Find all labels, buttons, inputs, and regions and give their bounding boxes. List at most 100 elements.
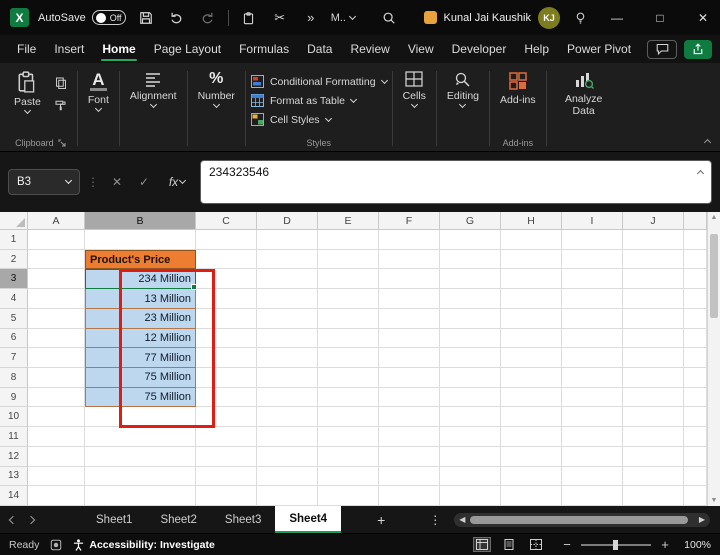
- maximize-button[interactable]: □: [643, 0, 677, 35]
- name-box[interactable]: B3: [8, 169, 80, 195]
- cell-partial5[interactable]: [684, 309, 707, 329]
- cell-I9[interactable]: [562, 388, 623, 408]
- cell-D11[interactable]: [257, 427, 318, 447]
- cell-I1[interactable]: [562, 230, 623, 250]
- cell-F12[interactable]: [379, 447, 440, 467]
- scroll-left-icon[interactable]: ◀: [459, 515, 465, 524]
- share-button[interactable]: [684, 40, 712, 59]
- cell-I10[interactable]: [562, 407, 623, 427]
- cell-I2[interactable]: [562, 250, 623, 270]
- zoom-out-button[interactable]: −: [561, 538, 573, 551]
- collapse-ribbon-icon[interactable]: [704, 139, 711, 146]
- scroll-down-icon[interactable]: ▼: [708, 497, 720, 504]
- row-header-13[interactable]: 13: [0, 467, 28, 487]
- cell-partial12[interactable]: [684, 447, 707, 467]
- cell-F13[interactable]: [379, 467, 440, 487]
- vertical-scrollbar[interactable]: ▲ ▼: [707, 212, 720, 506]
- cell-F8[interactable]: [379, 368, 440, 388]
- cell-B11[interactable]: [85, 427, 196, 447]
- cell-D10[interactable]: [257, 407, 318, 427]
- cell-E6[interactable]: [318, 329, 379, 349]
- cell-partial11[interactable]: [684, 427, 707, 447]
- conditional-formatting-button[interactable]: Conditional Formatting: [251, 75, 387, 88]
- cell-H7[interactable]: [501, 348, 562, 368]
- row-header-5[interactable]: 5: [0, 309, 28, 329]
- cell-G8[interactable]: [440, 368, 501, 388]
- column-header-B[interactable]: B: [85, 212, 196, 230]
- page-layout-view-button[interactable]: [500, 537, 518, 552]
- cell-G9[interactable]: [440, 388, 501, 408]
- zoom-level[interactable]: 100%: [681, 539, 711, 551]
- cell-D4[interactable]: [257, 289, 318, 309]
- analyze-data-button[interactable]: Analyze Data: [552, 66, 616, 119]
- cell-C5[interactable]: [196, 309, 257, 329]
- column-header-I[interactable]: I: [562, 212, 623, 230]
- editing-button[interactable]: Editing: [442, 66, 484, 109]
- scroll-up-icon[interactable]: ▲: [708, 214, 720, 221]
- cell-H2[interactable]: [501, 250, 562, 270]
- row-header-12[interactable]: 12: [0, 447, 28, 467]
- menu-item-data[interactable]: Data: [298, 35, 341, 63]
- cancel-entry-button[interactable]: ✕: [107, 171, 127, 193]
- cell-B10[interactable]: [85, 407, 196, 427]
- sheet-tab-sheet3[interactable]: Sheet3: [211, 506, 275, 533]
- cell-J1[interactable]: [623, 230, 684, 250]
- menu-item-help[interactable]: Help: [515, 35, 558, 63]
- cell-G3[interactable]: [440, 269, 501, 289]
- cell-I5[interactable]: [562, 309, 623, 329]
- insert-function-button[interactable]: fx: [161, 171, 193, 193]
- menu-item-review[interactable]: Review: [341, 35, 398, 63]
- row-header-4[interactable]: 4: [0, 289, 28, 309]
- cell-D14[interactable]: [257, 486, 318, 506]
- row-header-11[interactable]: 11: [0, 427, 28, 447]
- menu-item-power-pivot[interactable]: Power Pivot: [558, 35, 640, 63]
- cell-E8[interactable]: [318, 368, 379, 388]
- cell-A5[interactable]: [28, 309, 85, 329]
- cell-H12[interactable]: [501, 447, 562, 467]
- cell-H13[interactable]: [501, 467, 562, 487]
- cell-partial14[interactable]: [684, 486, 707, 506]
- cell-H6[interactable]: [501, 329, 562, 349]
- menu-item-page-layout[interactable]: Page Layout: [145, 35, 230, 63]
- cell-A1[interactable]: [28, 230, 85, 250]
- cell-I11[interactable]: [562, 427, 623, 447]
- add-ins-button[interactable]: Add-ins: [495, 66, 541, 108]
- cell-G12[interactable]: [440, 447, 501, 467]
- cell-B8[interactable]: 75 Million: [85, 368, 196, 388]
- column-header-D[interactable]: D: [257, 212, 318, 230]
- cell-E9[interactable]: [318, 388, 379, 408]
- cell-A8[interactable]: [28, 368, 85, 388]
- column-header-partial[interactable]: [684, 212, 707, 230]
- cut-button[interactable]: ✂: [269, 6, 291, 30]
- cell-H1[interactable]: [501, 230, 562, 250]
- cell-G7[interactable]: [440, 348, 501, 368]
- menu-item-developer[interactable]: Developer: [443, 35, 516, 63]
- zoom-slider-thumb[interactable]: [613, 540, 618, 550]
- cell-E10[interactable]: [318, 407, 379, 427]
- zoom-in-button[interactable]: +: [659, 538, 671, 551]
- cell-I8[interactable]: [562, 368, 623, 388]
- sheet-tab-sheet4[interactable]: Sheet4: [275, 506, 341, 533]
- record-macro-icon[interactable]: [50, 539, 62, 551]
- normal-view-button[interactable]: [473, 537, 491, 552]
- cell-B7[interactable]: 77 Million: [85, 348, 196, 368]
- cell-J4[interactable]: [623, 289, 684, 309]
- cell-H9[interactable]: [501, 388, 562, 408]
- cell-C4[interactable]: [196, 289, 257, 309]
- row-header-10[interactable]: 10: [0, 407, 28, 427]
- scroll-right-icon[interactable]: ▶: [699, 515, 705, 524]
- cell-A10[interactable]: [28, 407, 85, 427]
- cell-C7[interactable]: [196, 348, 257, 368]
- cell-J6[interactable]: [623, 329, 684, 349]
- cell-A4[interactable]: [28, 289, 85, 309]
- cell-C3[interactable]: [196, 269, 257, 289]
- cell-F14[interactable]: [379, 486, 440, 506]
- column-header-E[interactable]: E: [318, 212, 379, 230]
- cell-partial8[interactable]: [684, 368, 707, 388]
- cell-E4[interactable]: [318, 289, 379, 309]
- cell-D1[interactable]: [257, 230, 318, 250]
- cell-J10[interactable]: [623, 407, 684, 427]
- paste-button[interactable]: Paste: [9, 66, 46, 115]
- cell-D6[interactable]: [257, 329, 318, 349]
- cell-F5[interactable]: [379, 309, 440, 329]
